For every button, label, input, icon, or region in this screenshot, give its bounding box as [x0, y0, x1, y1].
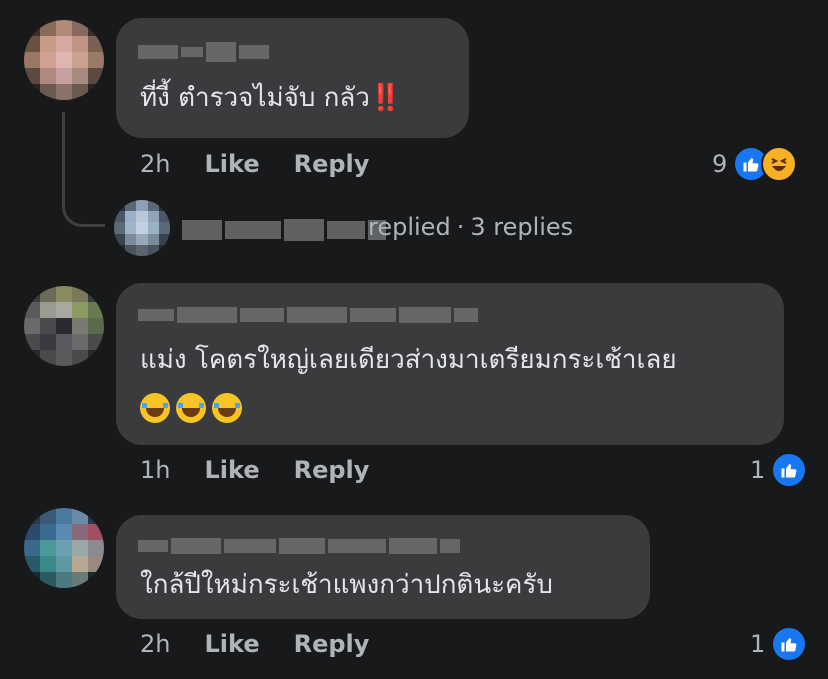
comment-2-reply-button[interactable]: Reply: [294, 456, 370, 484]
commenter-1-avatar[interactable]: [24, 20, 104, 100]
comment-3-reply-button[interactable]: Reply: [294, 630, 370, 658]
comment-2-actions: 1h Like Reply: [140, 456, 369, 484]
replier-name[interactable]: [182, 219, 386, 241]
laughing-crying-emoji: [176, 393, 206, 423]
like-reaction-icon: [771, 452, 808, 488]
comment-1-timestamp[interactable]: 2h: [140, 150, 170, 178]
commenter-3-name[interactable]: [138, 538, 460, 554]
commenter-1-name[interactable]: [138, 42, 269, 62]
commenter-3-avatar[interactable]: [24, 508, 104, 588]
reaction-count: 1: [750, 456, 766, 484]
comment-1-text: ที่งี้ ตำรวจไม่จับ กลัว‼️: [140, 83, 403, 113]
like-reaction-icon: [771, 626, 808, 662]
comment-1-actions: 2h Like Reply: [140, 150, 369, 178]
replied-text: replied: [368, 213, 451, 241]
laughing-crying-emoji: [140, 393, 170, 423]
comment-2-like-button[interactable]: Like: [204, 456, 259, 484]
view-replies-link[interactable]: replied · 3 replies: [368, 213, 573, 241]
reply-thread-connector: [62, 112, 105, 227]
reaction-count: 9: [712, 150, 728, 178]
comment-3-actions: 2h Like Reply: [140, 630, 369, 658]
reaction-count: 1: [750, 630, 766, 658]
comment-3-reactions[interactable]: 1: [750, 626, 808, 662]
comment-2-timestamp[interactable]: 1h: [140, 456, 170, 484]
comment-3-text: ใกล้ปีใหม่กระเช้าแพงกว่าปกตินะครับ: [140, 570, 553, 600]
comment-3-bubble: [116, 515, 650, 619]
comment-1-bubble: [116, 18, 469, 138]
comment-2-emojis: [140, 393, 248, 423]
comment-2-reactions[interactable]: 1: [750, 452, 808, 488]
commenter-2-name[interactable]: [138, 307, 478, 323]
laughing-crying-emoji: [212, 393, 242, 423]
separator-dot: ·: [456, 213, 465, 241]
double-exclamation-emoji: ‼️: [369, 83, 403, 113]
commenter-2-avatar[interactable]: [24, 286, 104, 366]
replier-avatar[interactable]: [114, 200, 170, 256]
replies-count: 3 replies: [470, 213, 574, 241]
haha-reaction-icon: [761, 146, 798, 182]
comment-3-timestamp[interactable]: 2h: [140, 630, 170, 658]
comment-1-reactions[interactable]: 9: [712, 146, 798, 182]
comment-1-like-button[interactable]: Like: [204, 150, 259, 178]
comment-1-reply-button[interactable]: Reply: [294, 150, 370, 178]
comment-3-like-button[interactable]: Like: [204, 630, 259, 658]
comment-2-text: แม่ง โคตรใหญ่เลยเดียวส่างมาเตรียมกระเช้า…: [140, 345, 677, 375]
